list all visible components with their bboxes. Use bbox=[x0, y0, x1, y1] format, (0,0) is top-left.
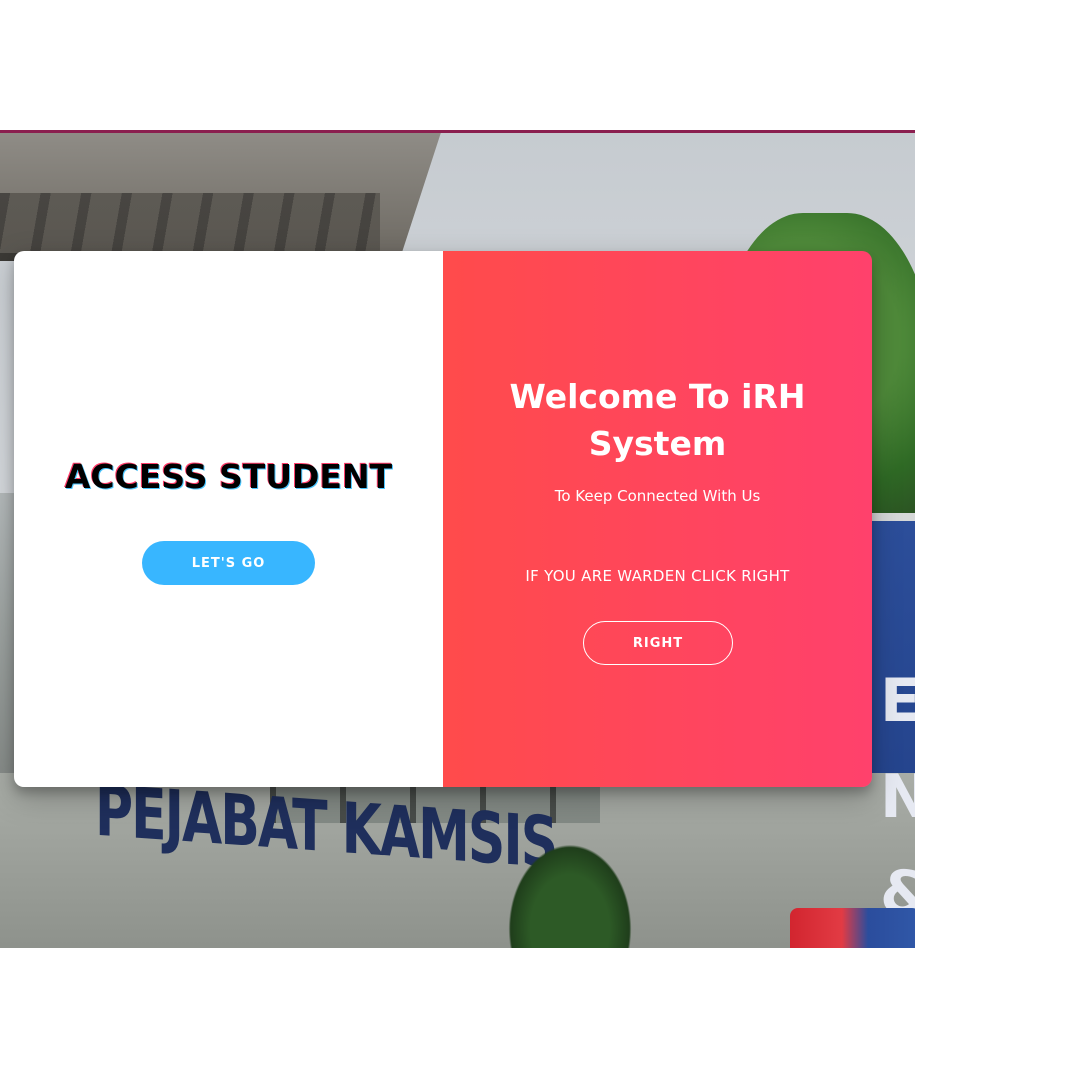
student-panel: ACCESS STUDENT LET'S GO bbox=[14, 251, 443, 787]
access-student-title: ACCESS STUDENT bbox=[64, 457, 393, 496]
plant bbox=[500, 833, 640, 948]
roof-beams bbox=[0, 193, 380, 253]
login-page: PEJABAT KAMSIS EJ N & ACCESS STUDENT LET… bbox=[0, 0, 1080, 1080]
welcome-subtitle: To Keep Connected With Us bbox=[554, 487, 761, 505]
welcome-title: Welcome To iRH System bbox=[509, 377, 806, 463]
login-card: ACCESS STUDENT LET'S GO Welcome To iRH S… bbox=[14, 251, 872, 787]
warden-panel: Welcome To iRH System To Keep Connected … bbox=[443, 251, 872, 787]
warden-prompt: IF YOU ARE WARDEN CLICK RIGHT bbox=[525, 567, 790, 585]
lets-go-button[interactable]: LET'S GO bbox=[142, 541, 315, 585]
parked-vehicle bbox=[790, 908, 915, 948]
blue-sign-text: EJ N & bbox=[880, 653, 915, 941]
right-button[interactable]: RIGHT bbox=[583, 621, 733, 665]
